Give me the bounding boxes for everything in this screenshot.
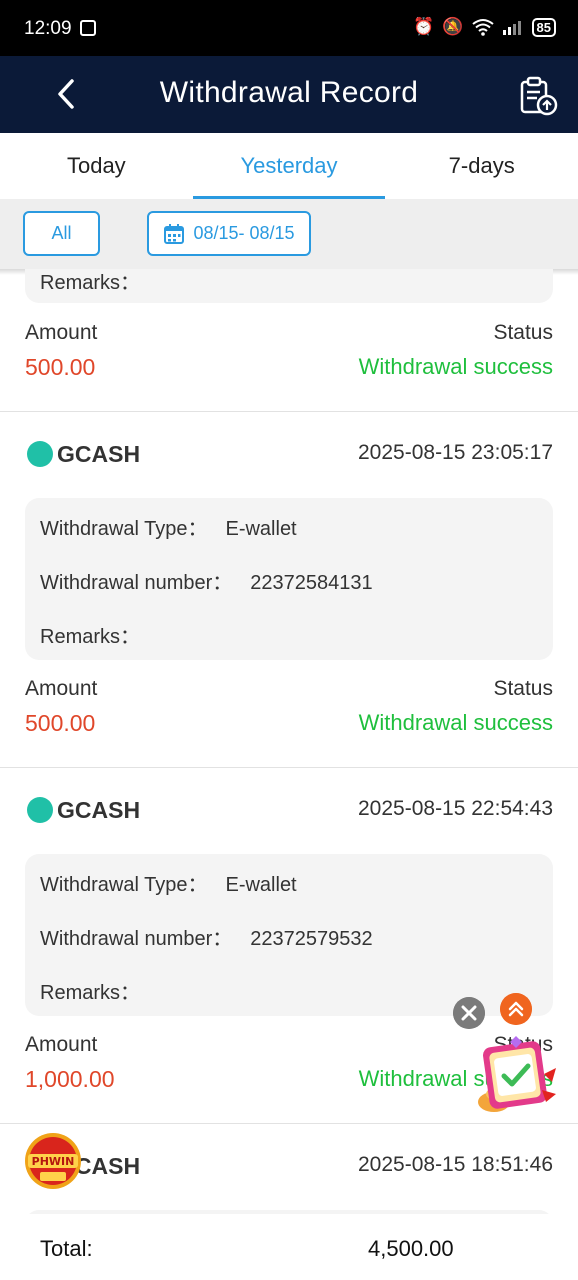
close-icon[interactable] bbox=[453, 997, 485, 1029]
record-time: 2025-08-15 22:54:43 bbox=[358, 797, 553, 820]
clipboard-upload-icon[interactable] bbox=[518, 76, 558, 116]
page-title: Withdrawal Record bbox=[159, 76, 419, 109]
system-status-bar: 12:09 ⏰ 🔕 85 bbox=[0, 0, 578, 56]
mute-bell-icon: 🔕 bbox=[442, 17, 464, 36]
withdrawal-type-label: Withdrawal Type： bbox=[40, 518, 208, 540]
calendar-icon bbox=[164, 223, 185, 244]
withdrawal-number-row: Withdrawal number： 22372584131 bbox=[40, 566, 373, 595]
withdrawal-type-value: E-wallet bbox=[225, 874, 297, 896]
total-label: Total: bbox=[40, 1236, 93, 1261]
battery-icon: 85 bbox=[531, 17, 556, 37]
remarks-label: Remarks： bbox=[40, 626, 141, 648]
status-value: Withdrawal success bbox=[358, 710, 553, 735]
filter-bar: All 08/15- 08/15 bbox=[0, 199, 578, 269]
channel-name: GCASH bbox=[57, 797, 141, 823]
channel-name: GCASH bbox=[57, 441, 141, 467]
record-time: 2025-08-15 23:05:17 bbox=[358, 441, 553, 464]
total-value: 4,500.00 bbox=[368, 1236, 454, 1261]
date-range-text: 08/15- 08/15 bbox=[193, 223, 295, 243]
withdrawal-number-row: Withdrawal number： 22372579532 bbox=[40, 922, 373, 951]
record-header: GCASH 2025-08-15 18:51:46 bbox=[25, 1149, 553, 1183]
amount-value: 500.00 bbox=[25, 710, 96, 736]
record-header: GCASH 2025-08-15 23:05:17 bbox=[25, 437, 553, 471]
status-icons: ⏰ 🔕 85 bbox=[413, 17, 556, 37]
record-header: GCASH 2025-08-15 22:54:43 bbox=[25, 793, 553, 827]
amount-label: Amount bbox=[25, 677, 98, 700]
withdrawal-type-label: Withdrawal Type： bbox=[40, 874, 208, 896]
gcash-logo-icon bbox=[27, 797, 53, 823]
status-time: 12:09 bbox=[24, 18, 72, 39]
withdrawal-number-value: 22372579532 bbox=[250, 928, 373, 950]
record-divider bbox=[0, 1123, 578, 1124]
gcash-logo-icon bbox=[27, 441, 53, 467]
record-divider bbox=[0, 767, 578, 768]
withdrawal-number-value: 22372584131 bbox=[250, 572, 373, 594]
wifi-icon bbox=[471, 19, 494, 36]
promo-gift-icon[interactable] bbox=[472, 1034, 560, 1118]
app-header: Withdrawal Record bbox=[0, 56, 578, 133]
amount-label: Amount bbox=[25, 321, 98, 344]
remarks-label: Remarks： bbox=[40, 982, 141, 1004]
withdrawal-number-label: Withdrawal number： bbox=[40, 928, 233, 950]
tab-today[interactable]: Today bbox=[0, 133, 193, 199]
status-label: Status bbox=[493, 677, 553, 700]
phwin-logo-icon: PHWIN bbox=[25, 1133, 81, 1189]
date-tabs: Today Yesterday 7-days bbox=[0, 133, 578, 199]
phwin-promo-logo[interactable]: PHWIN bbox=[24, 1132, 82, 1190]
svg-text:PHWIN: PHWIN bbox=[32, 1155, 75, 1168]
total-footer: Total: 4,500.00 bbox=[0, 1214, 578, 1280]
remarks-label: Remarks： bbox=[40, 272, 141, 294]
withdrawal-number-label: Withdrawal number： bbox=[40, 572, 233, 594]
withdrawal-type-row: Withdrawal Type： E-wallet bbox=[40, 512, 297, 541]
amount-value: 1,000.00 bbox=[25, 1066, 115, 1092]
status-value: Withdrawal success bbox=[358, 354, 553, 379]
filter-all-button[interactable]: All bbox=[23, 211, 100, 256]
status-label: Status bbox=[493, 321, 553, 344]
signal-icon bbox=[502, 21, 521, 35]
scroll-top-icon[interactable] bbox=[500, 993, 532, 1025]
date-range-button[interactable]: 08/15- 08/15 bbox=[147, 211, 311, 256]
tab-yesterday[interactable]: Yesterday bbox=[192, 133, 386, 199]
withdrawal-type-row: Withdrawal Type： E-wallet bbox=[40, 868, 297, 897]
record-details-box: Withdrawal Type： E-wallet Withdrawal numb… bbox=[25, 854, 553, 1016]
record-time: 2025-08-15 18:51:46 bbox=[358, 1153, 553, 1176]
record-divider bbox=[0, 411, 578, 412]
alarm-icon: ⏰ bbox=[413, 17, 435, 36]
record-details-box: Withdrawal Type： E-wallet Withdrawal numb… bbox=[25, 498, 553, 660]
tab-7-days[interactable]: 7-days bbox=[385, 133, 578, 199]
record-details-box: Remarks： bbox=[25, 269, 553, 303]
app-notification-icon bbox=[80, 20, 96, 36]
amount-value: 500.00 bbox=[25, 354, 96, 380]
withdrawal-type-value: E-wallet bbox=[225, 518, 297, 540]
amount-label: Amount bbox=[25, 1033, 98, 1056]
